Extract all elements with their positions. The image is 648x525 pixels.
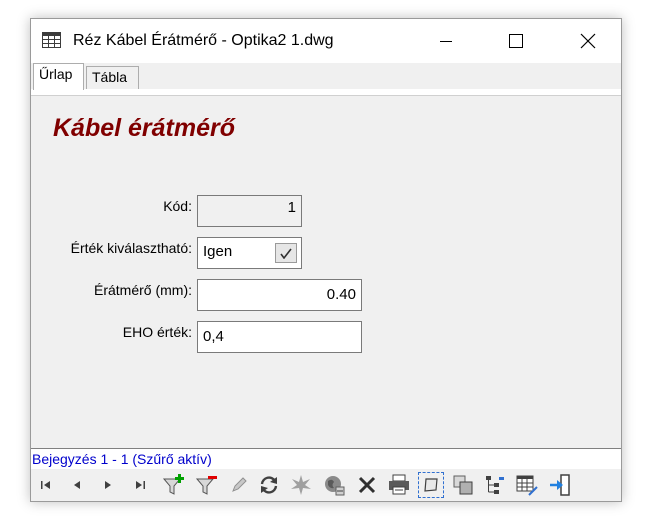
add-filter-button[interactable] <box>161 472 187 498</box>
exit-button[interactable] <box>547 472 573 498</box>
eho-ertek-field[interactable]: 0,4 <box>197 321 362 353</box>
edit-button[interactable] <box>226 472 252 498</box>
kod-field: 1 <box>197 195 302 227</box>
tab-urlap[interactable]: Űrlap <box>33 63 84 90</box>
zoom-to-button[interactable] <box>321 472 347 498</box>
remove-filter-button[interactable] <box>194 472 220 498</box>
remove-filter-icon <box>195 476 217 495</box>
copy-objects-button[interactable] <box>450 472 476 498</box>
select-object-icon <box>424 478 438 492</box>
last-record-icon <box>136 481 145 489</box>
edit-pencil-icon <box>232 477 247 492</box>
table-edit-icon <box>516 475 538 496</box>
maximize-icon <box>509 34 523 48</box>
ertek-kivalaszthato-checkbox[interactable] <box>275 243 297 263</box>
first-record-icon <box>41 481 50 489</box>
next-record-icon <box>105 481 111 489</box>
add-filter-icon <box>162 474 184 495</box>
next-record-button[interactable] <box>95 472 121 498</box>
delete-x-icon <box>358 476 376 494</box>
eratmero-label: Érátmérő (mm): <box>94 282 192 298</box>
print-icon <box>389 474 409 495</box>
delete-button[interactable] <box>354 472 380 498</box>
kod-label: Kód: <box>163 198 192 214</box>
minimize-button[interactable] <box>423 19 469 63</box>
previous-record-button[interactable] <box>64 472 90 498</box>
close-button[interactable] <box>565 19 611 63</box>
last-record-button[interactable] <box>127 472 153 498</box>
copy-objects-icon <box>453 475 473 495</box>
close-icon <box>580 33 596 49</box>
maximize-button[interactable] <box>493 19 539 63</box>
tab-bar: Űrlap Tábla <box>31 63 621 90</box>
record-status: Bejegyzés 1 - 1 (Szűrő aktív) <box>32 451 212 467</box>
ertek-kivalaszthato-value: Igen <box>203 243 233 260</box>
first-record-button[interactable] <box>33 472 59 498</box>
refresh-button[interactable] <box>256 472 282 498</box>
zoom-globe-icon <box>325 476 345 496</box>
print-button[interactable] <box>386 472 412 498</box>
title-bar[interactable]: Réz Kábel Érátmérő - Optika2 1.dwg <box>31 19 621 63</box>
previous-record-icon <box>74 481 80 489</box>
exit-icon <box>550 474 570 496</box>
eho-ertek-label: EHO érték: <box>122 324 192 340</box>
ertek-kivalaszthato-field[interactable]: Igen <box>197 237 302 269</box>
form-panel: Kábel érátmérő Kód: 1 Érték kiválaszthat… <box>31 95 621 449</box>
refresh-icon <box>260 476 278 494</box>
link-tree-icon <box>486 476 504 494</box>
checkmark-icon <box>280 248 292 259</box>
minimize-icon <box>440 41 452 42</box>
highlight-button[interactable] <box>288 472 314 498</box>
select-object-button[interactable] <box>418 472 444 498</box>
table-window-icon <box>42 32 61 48</box>
tab-tabla[interactable]: Tábla <box>86 66 139 89</box>
ertek-kivalaszthato-label: Érték kiválasztható: <box>70 240 192 256</box>
navigation-toolbar <box>31 469 621 501</box>
form-heading: Kábel érátmérő <box>53 114 236 142</box>
app-window: Réz Kábel Érátmérő - Optika2 1.dwg Űrlap… <box>30 18 622 502</box>
link-tree-button[interactable] <box>482 472 508 498</box>
eratmero-field[interactable]: 0.40 <box>197 279 362 311</box>
window-title: Réz Kábel Érátmérő - Optika2 1.dwg <box>73 32 334 49</box>
highlight-star-icon <box>291 475 311 495</box>
table-edit-button[interactable] <box>514 472 540 498</box>
